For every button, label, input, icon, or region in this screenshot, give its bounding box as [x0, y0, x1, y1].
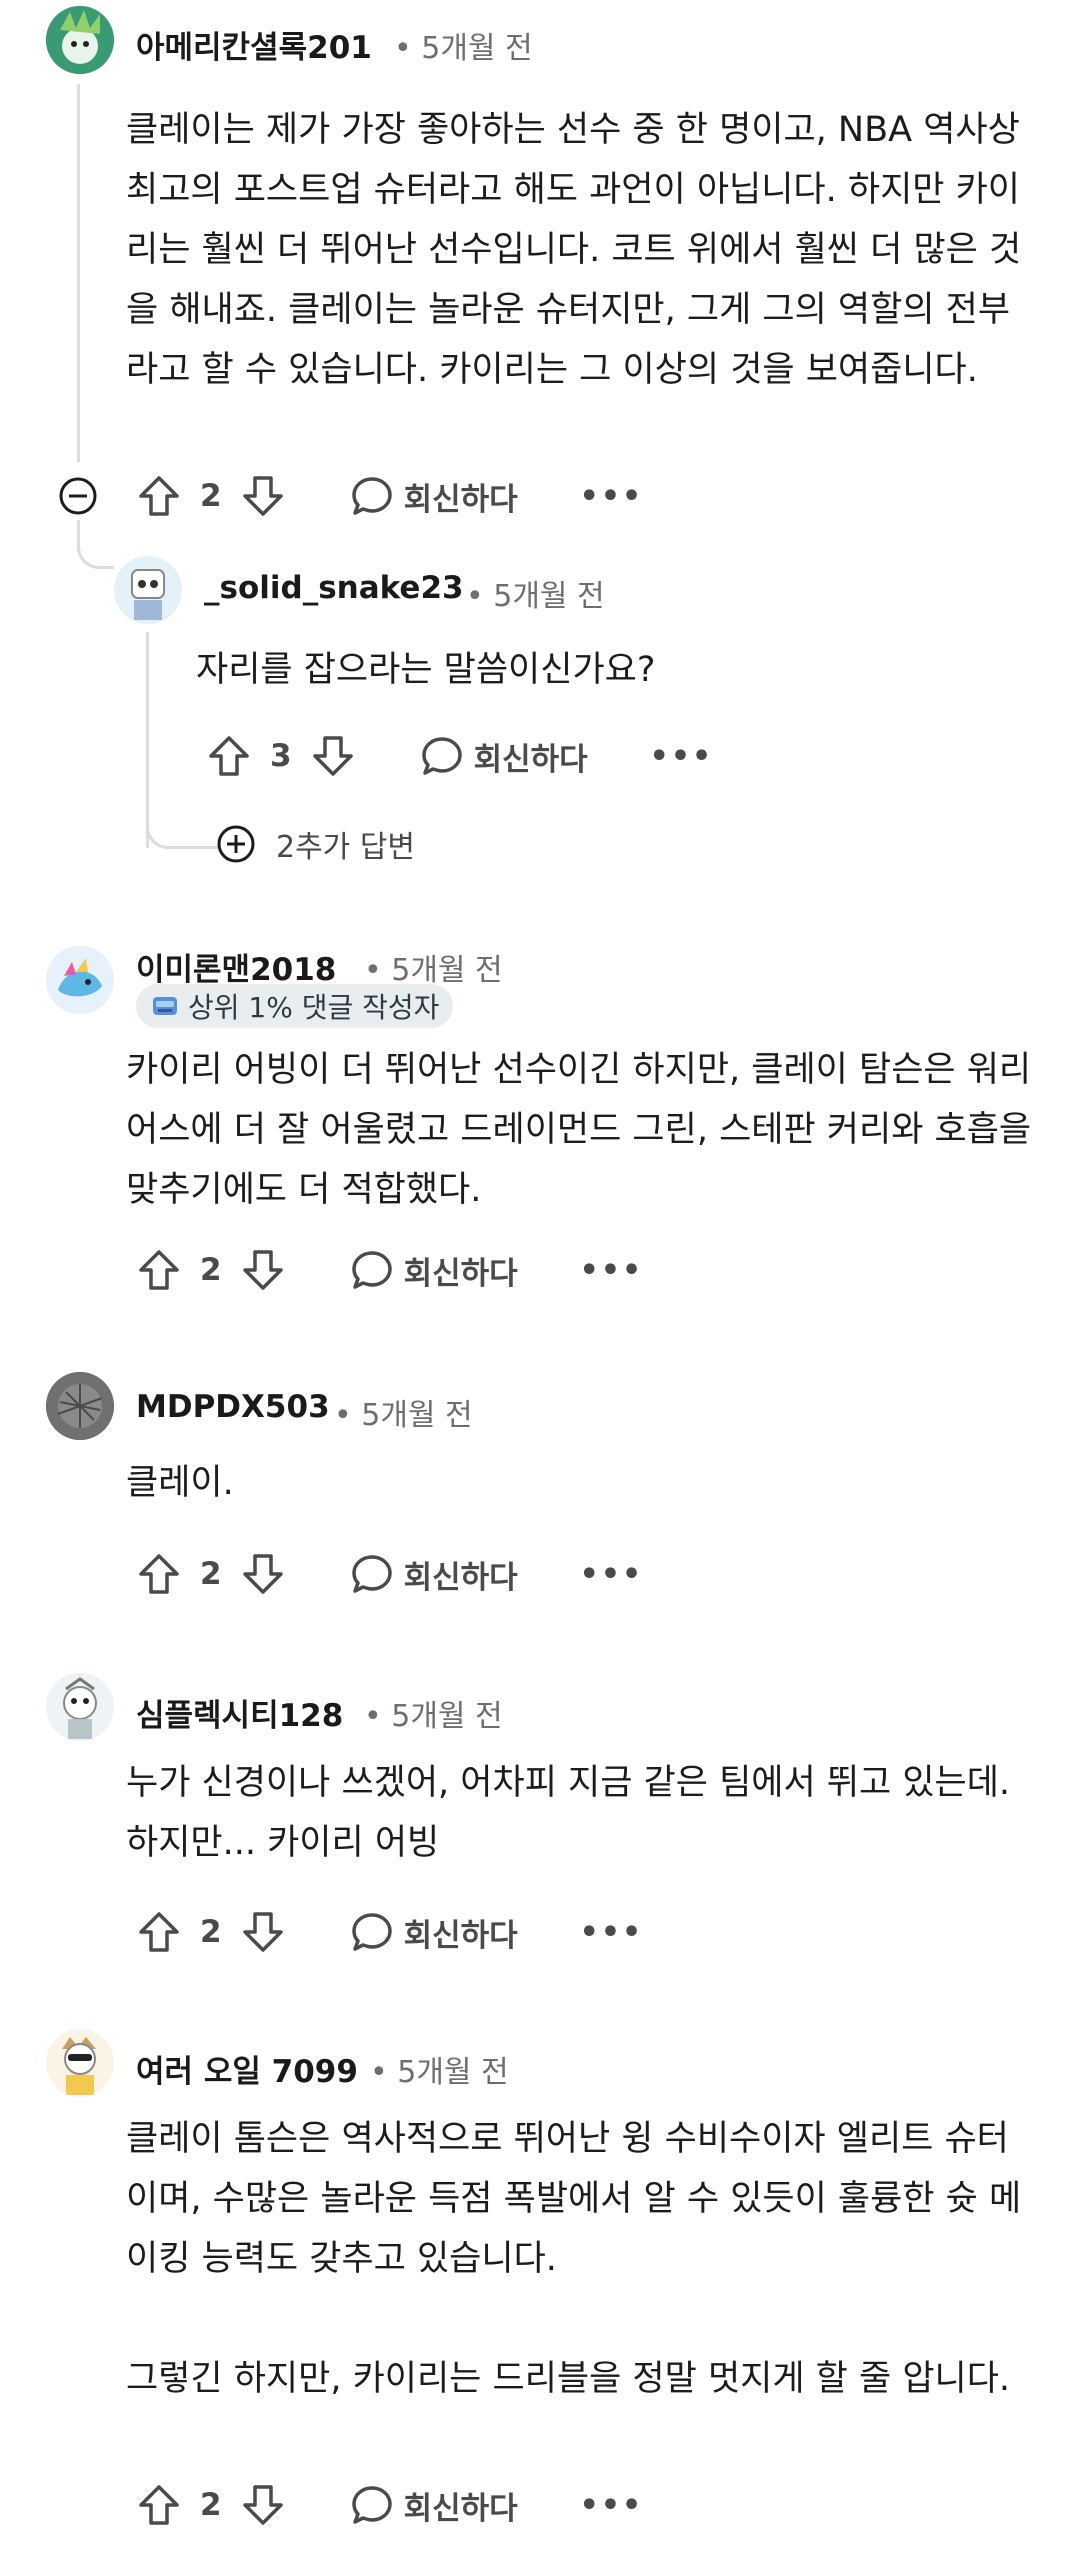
upvote-button[interactable]: [134, 2480, 184, 2530]
upvote-button[interactable]: [134, 1549, 184, 1599]
reply-label: 회신하다: [403, 1559, 518, 1596]
vote-count: 2: [200, 1914, 222, 1950]
upvote-arrow-icon: [139, 476, 179, 516]
flair-label: 상위 1% 댓글 작성자: [188, 991, 440, 1024]
reply-connector-line: [77, 520, 114, 569]
reply-button[interactable]: 회신하다: [350, 474, 518, 519]
upvote-button[interactable]: [134, 471, 184, 521]
flair-emoji-icon: [153, 997, 177, 1015]
more-options-button[interactable]: •••: [580, 2488, 644, 2523]
comment-body: 클레이 톰슨은 역사적으로 뛰어난 윙 수비수이자 엘리트 슈터이며, 수많은 …: [126, 2119, 1022, 2399]
comment-timestamp: • 5개월 전: [394, 31, 533, 66]
comment-author[interactable]: _solid_snake23: [204, 570, 464, 606]
downvote-arrow-icon: [242, 476, 283, 516]
reply-label: 회신하다: [403, 481, 518, 518]
vote-count: 2: [200, 1556, 222, 1592]
comment-actions: 3 회신하다 •••: [204, 726, 713, 786]
upvote-arrow-icon: [139, 2485, 179, 2525]
comment-timestamp: • 5개월 전: [334, 1398, 473, 1433]
plus-circle-icon: [217, 825, 255, 863]
comment-body: 클레이.: [126, 1463, 234, 1503]
comment-body: 누가 신경이나 쓰겠어, 어차피 지금 같은 팀에서 뛰고 있는데. 하지만..…: [126, 1763, 1011, 1863]
comment-author[interactable]: 여러 오일 7099: [136, 2046, 358, 2091]
vote-count: 2: [200, 478, 222, 514]
comment-timestamp: • 5개월 전: [370, 2055, 509, 2090]
minus-circle-icon: [59, 477, 97, 515]
comment-author[interactable]: 아메리칸셜록201: [136, 22, 372, 67]
speech-bubble-icon: [351, 1555, 392, 1593]
user-flair-badge: 상위 1% 댓글 작성자: [136, 984, 454, 1028]
reply-connector-line: [146, 800, 219, 849]
reply-button[interactable]: 회신하다: [350, 1248, 518, 1293]
comment-timestamp: • 5개월 전: [466, 579, 605, 614]
avatar[interactable]: [46, 946, 114, 1014]
avatar[interactable]: [46, 6, 114, 74]
downvote-arrow-icon: [242, 2485, 283, 2525]
reply-button[interactable]: 회신하다: [350, 1910, 518, 1955]
upvote-arrow-icon: [139, 1554, 179, 1594]
downvote-arrow-icon: [312, 736, 353, 776]
speech-bubble-icon: [351, 2486, 392, 2524]
downvote-button[interactable]: [238, 2480, 288, 2530]
downvote-arrow-icon: [242, 1912, 283, 1952]
speech-bubble-icon: [351, 1913, 392, 1951]
upvote-button[interactable]: [134, 1245, 184, 1295]
vote-count: 2: [200, 2487, 222, 2523]
reply-label: 회신하다: [473, 741, 588, 778]
thread-line[interactable]: [77, 84, 80, 462]
upvote-button[interactable]: [134, 1907, 184, 1957]
downvote-arrow-icon: [242, 1554, 283, 1594]
more-options-button[interactable]: •••: [580, 1915, 644, 1950]
reply-label: 회신하다: [403, 1255, 518, 1292]
more-replies-button[interactable]: 2추가 답변: [216, 822, 415, 866]
comment-actions: 2 회신하다 •••: [134, 2475, 643, 2535]
avatar[interactable]: [114, 556, 182, 624]
more-options-button[interactable]: •••: [650, 739, 714, 774]
avatar[interactable]: [46, 2029, 114, 2097]
collapse-thread-button[interactable]: [58, 476, 98, 516]
comment-actions: 2 회신하다 •••: [134, 1240, 643, 1300]
vote-count: 3: [270, 738, 292, 774]
reply-label: 회신하다: [403, 1917, 518, 1954]
speech-bubble-icon: [421, 737, 462, 775]
reply-label: 회신하다: [403, 2490, 518, 2527]
avatar[interactable]: [46, 1372, 114, 1440]
comment-timestamp: • 5개월 전: [364, 953, 503, 988]
downvote-button[interactable]: [238, 1549, 288, 1599]
upvote-arrow-icon: [209, 736, 249, 776]
upvote-arrow-icon: [139, 1912, 179, 1952]
avatar[interactable]: [46, 1673, 114, 1741]
reply-button[interactable]: 회신하다: [350, 1552, 518, 1597]
vote-count: 2: [200, 1252, 222, 1288]
comment-actions: 2 회신하다 •••: [134, 1544, 643, 1604]
comment-actions: 2 회신하다 •••: [134, 466, 643, 526]
downvote-button[interactable]: [238, 471, 288, 521]
comment-author[interactable]: 심플렉시티128: [136, 1690, 343, 1735]
more-replies-label: 2추가 답변: [276, 830, 416, 865]
comment-author[interactable]: MDPDX503: [136, 1389, 330, 1425]
comment-author[interactable]: 이미론맨2018: [136, 944, 336, 989]
upvote-button[interactable]: [204, 731, 254, 781]
downvote-button[interactable]: [238, 1907, 288, 1957]
downvote-button[interactable]: [308, 731, 358, 781]
comment-timestamp: • 5개월 전: [364, 1699, 503, 1734]
speech-bubble-icon: [351, 477, 392, 515]
comment-actions: 2 회신하다 •••: [134, 1902, 643, 1962]
downvote-button[interactable]: [238, 1245, 288, 1295]
more-options-button[interactable]: •••: [580, 1253, 644, 1288]
downvote-arrow-icon: [242, 1250, 283, 1290]
more-options-button[interactable]: •••: [580, 479, 644, 514]
comment-body: 카이리 어빙이 더 뛰어난 선수이긴 하지만, 클레이 탐슨은 워리어스에 더 …: [126, 1050, 1032, 1210]
reply-button[interactable]: 회신하다: [350, 2483, 518, 2528]
speech-bubble-icon: [351, 1251, 392, 1289]
upvote-arrow-icon: [139, 1250, 179, 1290]
comment-body: 클레이는 제가 가장 좋아하는 선수 중 한 명이고, NBA 역사상 최고의 …: [126, 110, 1022, 390]
more-options-button[interactable]: •••: [580, 1557, 644, 1592]
reply-button[interactable]: 회신하다: [420, 734, 588, 779]
comment-body: 자리를 잡으라는 말씀이신가요?: [196, 650, 656, 690]
